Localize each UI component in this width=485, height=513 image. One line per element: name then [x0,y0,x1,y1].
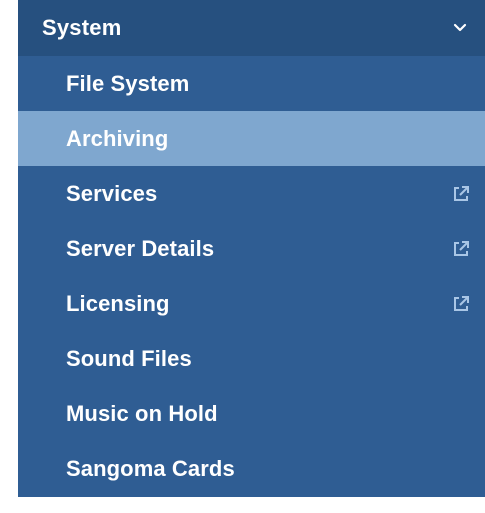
menu-item-sound-files[interactable]: Sound Files [18,331,485,386]
menu-items: File System Archiving Services Server De… [18,56,485,496]
system-menu: System File System Archiving Services Se… [18,0,485,497]
menu-item-label: File System [66,70,190,96]
menu-item-server-details[interactable]: Server Details [18,221,485,276]
menu-item-label: Archiving [66,125,169,151]
menu-item-services[interactable]: Services [18,166,485,221]
menu-item-label: Music on Hold [66,400,218,426]
menu-item-file-system[interactable]: File System [18,56,485,111]
menu-item-label: Sound Files [66,345,192,371]
menu-item-label: Server Details [66,235,215,261]
menu-item-label: Sangoma Cards [66,455,235,481]
chevron-down-icon[interactable] [449,17,471,39]
external-link-icon [451,184,471,204]
menu-item-sangoma-cards[interactable]: Sangoma Cards [18,441,485,496]
menu-item-music-on-hold[interactable]: Music on Hold [18,386,485,441]
menu-item-archiving[interactable]: Archiving [18,111,485,166]
menu-header-label: System [42,15,122,40]
menu-item-label: Licensing [66,290,170,316]
menu-item-licensing[interactable]: Licensing [18,276,485,331]
external-link-icon [451,239,471,259]
external-link-icon [451,294,471,314]
menu-item-label: Services [66,180,158,206]
menu-header-system[interactable]: System [18,0,485,56]
